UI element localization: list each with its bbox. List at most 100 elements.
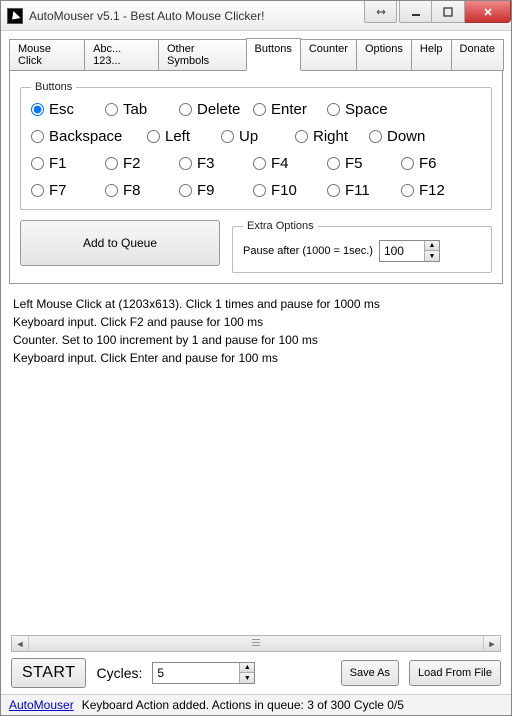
radio-input-space[interactable] <box>327 103 340 116</box>
radio-input-f1[interactable] <box>31 157 44 170</box>
radio-f6[interactable]: F6 <box>401 155 469 172</box>
radio-tab[interactable]: Tab <box>105 101 173 118</box>
extra-options-legend: Extra Options <box>243 220 318 232</box>
scroll-thumb[interactable] <box>29 636 483 651</box>
radio-up[interactable]: Up <box>221 128 289 145</box>
radio-label: F4 <box>271 155 289 172</box>
tab-abc-123[interactable]: Abc... 123... <box>84 39 159 71</box>
radio-f11[interactable]: F11 <box>327 182 395 199</box>
radio-f10[interactable]: F10 <box>253 182 321 199</box>
radio-f8[interactable]: F8 <box>105 182 173 199</box>
buttons-fieldset: Buttons EscTabDeleteEnterSpaceBackspaceL… <box>20 81 492 210</box>
radio-label: Up <box>239 128 258 145</box>
pause-after-input[interactable] <box>380 241 424 261</box>
tab-options[interactable]: Options <box>356 39 412 71</box>
radio-label: Left <box>165 128 190 145</box>
radio-f5[interactable]: F5 <box>327 155 395 172</box>
radio-input-down[interactable] <box>369 130 382 143</box>
window-buttons <box>364 1 511 30</box>
radio-input-f4[interactable] <box>253 157 266 170</box>
radio-delete[interactable]: Delete <box>179 101 247 118</box>
scroll-track[interactable] <box>29 636 483 651</box>
radio-input-esc[interactable] <box>31 103 44 116</box>
radio-esc[interactable]: Esc <box>31 101 99 118</box>
pause-after-spinner[interactable]: ▲ ▼ <box>379 240 440 262</box>
queue-line[interactable]: Keyboard input. Click F2 and pause for 1… <box>13 313 499 331</box>
spinner-up-icon[interactable]: ▲ <box>425 241 439 251</box>
tab-buttons[interactable]: Buttons <box>246 38 301 71</box>
radio-f4[interactable]: F4 <box>253 155 321 172</box>
tab-help[interactable]: Help <box>411 39 452 71</box>
tab-donate[interactable]: Donate <box>451 39 504 71</box>
radio-label: Tab <box>123 101 147 118</box>
radio-input-enter[interactable] <box>253 103 266 116</box>
caption-button[interactable] <box>364 1 397 23</box>
radio-input-f12[interactable] <box>401 184 414 197</box>
spinner-down-icon[interactable]: ▼ <box>425 251 439 261</box>
radio-input-f5[interactable] <box>327 157 340 170</box>
maximize-button[interactable] <box>432 1 465 23</box>
radio-input-f3[interactable] <box>179 157 192 170</box>
queue-line[interactable]: Keyboard input. Click Enter and pause fo… <box>13 349 499 367</box>
radio-down[interactable]: Down <box>369 128 437 145</box>
radio-label: F7 <box>49 182 67 199</box>
radio-enter[interactable]: Enter <box>253 101 321 118</box>
spinner-up-icon[interactable]: ▲ <box>240 663 254 673</box>
cycles-input[interactable] <box>153 663 239 683</box>
app-icon <box>7 8 23 24</box>
close-button[interactable] <box>465 1 511 23</box>
radio-input-right[interactable] <box>295 130 308 143</box>
horizontal-scrollbar[interactable]: ◄ ► <box>11 635 501 652</box>
radio-f12[interactable]: F12 <box>401 182 469 199</box>
queue-line[interactable]: Left Mouse Click at (1203x613). Click 1 … <box>13 295 499 313</box>
radio-f7[interactable]: F7 <box>31 182 99 199</box>
status-bar: AutoMouser Keyboard Action added. Action… <box>1 694 511 715</box>
scroll-left-icon[interactable]: ◄ <box>12 636 29 651</box>
radio-f1[interactable]: F1 <box>31 155 99 172</box>
radio-left[interactable]: Left <box>147 128 215 145</box>
tab-mouse-click[interactable]: Mouse Click <box>9 39 85 71</box>
add-to-queue-button[interactable]: Add to Queue <box>20 220 220 266</box>
radio-input-left[interactable] <box>147 130 160 143</box>
radio-input-f10[interactable] <box>253 184 266 197</box>
queue-line[interactable]: Counter. Set to 100 increment by 1 and p… <box>13 331 499 349</box>
radio-label: Space <box>345 101 388 118</box>
tab-bar: Mouse Click Abc... 123... Other Symbols … <box>1 31 511 71</box>
start-button[interactable]: START <box>11 658 86 688</box>
radio-label: F8 <box>123 182 141 199</box>
radio-input-f8[interactable] <box>105 184 118 197</box>
radio-input-tab[interactable] <box>105 103 118 116</box>
status-text: Keyboard Action added. Actions in queue:… <box>82 698 404 712</box>
radio-right[interactable]: Right <box>295 128 363 145</box>
radio-label: Enter <box>271 101 307 118</box>
radio-label: Down <box>387 128 425 145</box>
radio-input-f7[interactable] <box>31 184 44 197</box>
radio-label: F2 <box>123 155 141 172</box>
radio-label: Right <box>313 128 348 145</box>
pause-after-label: Pause after (1000 = 1sec.) <box>243 245 373 257</box>
scroll-right-icon[interactable]: ► <box>483 636 500 651</box>
radio-label: F1 <box>49 155 67 172</box>
radio-f3[interactable]: F3 <box>179 155 247 172</box>
automouser-link[interactable]: AutoMouser <box>9 698 74 712</box>
title-bar: AutoMouser v5.1 - Best Auto Mouse Clicke… <box>1 1 511 31</box>
minimize-button[interactable] <box>399 1 432 23</box>
radio-input-f11[interactable] <box>327 184 340 197</box>
radio-backspace[interactable]: Backspace <box>31 128 141 145</box>
radio-input-f2[interactable] <box>105 157 118 170</box>
radio-space[interactable]: Space <box>327 101 395 118</box>
radio-f2[interactable]: F2 <box>105 155 173 172</box>
radio-input-up[interactable] <box>221 130 234 143</box>
spinner-down-icon[interactable]: ▼ <box>240 673 254 683</box>
load-from-file-button[interactable]: Load From File <box>409 660 501 686</box>
radio-f9[interactable]: F9 <box>179 182 247 199</box>
tab-other-symbols[interactable]: Other Symbols <box>158 39 247 71</box>
radio-input-f9[interactable] <box>179 184 192 197</box>
radio-input-f6[interactable] <box>401 157 414 170</box>
radio-input-delete[interactable] <box>179 103 192 116</box>
radio-input-backspace[interactable] <box>31 130 44 143</box>
save-as-button[interactable]: Save As <box>341 660 399 686</box>
tab-counter[interactable]: Counter <box>300 39 357 71</box>
radio-label: F5 <box>345 155 363 172</box>
cycles-spinner[interactable]: ▲ ▼ <box>152 662 255 684</box>
